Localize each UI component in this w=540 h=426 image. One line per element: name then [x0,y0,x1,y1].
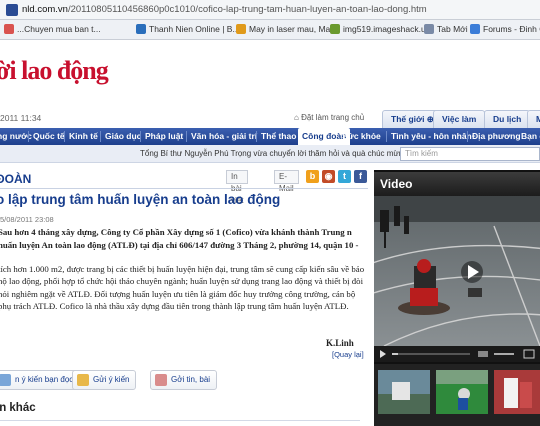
set-homepage-link[interactable]: ⌂ Đặt làm trang chủ [294,113,364,122]
article-title: o lập trung tâm huấn luyện an toàn lao đ… [0,192,281,207]
seek-bar [392,353,470,355]
bookmark-item[interactable]: img519.imageshack.u... [330,24,433,34]
url-text[interactable]: nld.com.vn/20110805110456860p0c1010/cofi… [22,4,427,15]
divider [0,188,368,189]
bookmark-icon [236,24,246,34]
bookmarks-bar: ...Chuyen mua ban t... Thanh Nien Online… [0,20,540,40]
send-article-button[interactable]: Gởi tin, bài [150,370,218,390]
reader-comments-button[interactable]: n ý kiến bạn đọc [0,370,81,390]
yahoo-share-icon[interactable]: b [306,170,319,183]
bookmark-label: Tab Mới [437,24,468,34]
bookmark-icon [470,24,480,34]
nav-divider [186,131,187,142]
section-heading: ĐOÀN [0,172,32,186]
nav-divider [64,131,65,142]
control-play-icon [380,350,386,358]
send-comment-label: Gửi ý kiến [93,375,130,384]
send-article-icon [155,374,167,386]
send-comment-icon [77,374,89,386]
bookmark-item[interactable]: Thanh Nien Online | B... [136,24,240,34]
video-thumbnail-1 [378,370,430,414]
nav-item[interactable]: Quốc tế [33,128,65,145]
nav-item[interactable]: Sức khỏe [342,128,381,145]
bookmark-icon [136,24,146,34]
seek-progress [392,353,398,355]
twitter-share-icon[interactable]: t [338,170,351,183]
bookmark-label: ...Chuyen mua ban t... [17,24,101,34]
bookmark-label: img519.imageshack.u... [343,24,433,34]
search-input[interactable]: Tìm kiếm [400,147,540,161]
top-tab-travel[interactable]: Du lịch [484,110,531,128]
divider [0,420,360,421]
top-tab-jobs[interactable]: Việc làm [433,110,486,128]
url-host: nld.com.vn [22,4,68,15]
related-news-heading: in khác [0,402,36,414]
nav-divider [386,131,387,142]
fullscreen-icon [523,349,535,359]
facebook-share-icon[interactable]: f [354,170,367,183]
thumbnail-strip [378,370,540,414]
send-article-label: Gởi tin, bài [171,375,211,384]
article-author: K.Linh [326,338,354,348]
video-heading: Video [380,177,413,191]
main-nav: ng nước Quốc tế Kinh tế Giáo dục Pháp lu… [0,128,540,145]
nav-item[interactable]: Tình yêu - hôn nhân [391,128,472,145]
comments-icon [0,374,11,386]
video-thumbnail-3 [494,370,540,414]
article-date: 5/08/2011 23:08 [0,215,54,224]
bookmark-icon [330,24,340,34]
email-button[interactable]: E-Mail [274,170,299,193]
nav-item[interactable]: Văn hóa - giải trí [191,128,257,145]
nav-item[interactable]: Địa phương [472,128,521,145]
bookmark-label: Forums - Đinh Quy [483,24,540,34]
video-player[interactable] [374,196,540,346]
bookmark-item[interactable]: Tab Mới [424,24,468,34]
nav-divider [100,131,101,142]
nav-item[interactable]: Bạn đ [521,128,540,145]
nav-divider [140,131,141,142]
bookmark-icon [4,24,14,34]
volume-bar [494,353,514,355]
nav-divider [28,131,29,142]
top-tab-more[interactable]: Mu [527,110,540,128]
bookmark-icon [424,24,434,34]
current-datetime: 2011 11:34 [0,113,42,123]
site-favicon-icon [6,4,18,16]
article-body: tích hơn 1.000 m2, được trang bị các thi… [0,264,365,311]
date-bar: 2011 11:34 ⌂ Đặt làm trang chủ Thế giới … [0,110,540,128]
digg-share-icon[interactable]: ◉ [322,170,335,183]
site-logo[interactable]: ời lao động [0,56,109,86]
nav-item[interactable]: Kinh tế [69,128,98,145]
bookmark-label: Thanh Nien Online | B... [149,24,240,34]
bookmark-item[interactable]: Forums - Đinh Quy [470,24,540,34]
nav-item[interactable]: Giáo dục [105,128,141,145]
nav-item[interactable]: Thể thao [261,128,296,145]
bookmark-item[interactable]: May in laser mau, Ma... [236,24,337,34]
back-link[interactable]: [Quay lại] [332,350,364,359]
video-thumbnail-2 [436,370,488,414]
volume-icon [478,351,488,357]
url-path: /20110805110456860p0c1010/cofico-lap-tru… [67,4,427,15]
bookmark-item[interactable]: ...Chuyen mua ban t... [4,24,101,34]
set-homepage-label: Đặt làm trang chủ [301,113,365,122]
bookmark-label: May in laser mau, Ma... [249,24,338,34]
nav-divider [256,131,257,142]
news-ticker[interactable]: Tổng Bí thư Nguyễn Phú Trọng vừa chuyển … [140,149,444,158]
nav-divider [467,131,468,142]
video-control-bar [380,349,535,359]
send-comment-button[interactable]: Gửi ý kiến [72,370,137,390]
news-ticker-bar: Tổng Bí thư Nguyễn Phú Trọng vừa chuyển … [0,145,540,163]
browser-address-bar[interactable]: nld.com.vn/20110805110456860p0c1010/cofi… [0,0,540,20]
video-frame [374,196,540,346]
video-thumbnails [374,364,540,426]
nav-item[interactable]: Pháp luật [145,128,183,145]
video-controls[interactable] [374,346,540,362]
print-button[interactable]: In bài viết [226,170,249,205]
article-lead: Sau hơn 4 tháng xây dựng, Công ty Cổ phầ… [0,227,359,250]
reader-comments-label: n ý kiến bạn đọc [15,375,74,384]
